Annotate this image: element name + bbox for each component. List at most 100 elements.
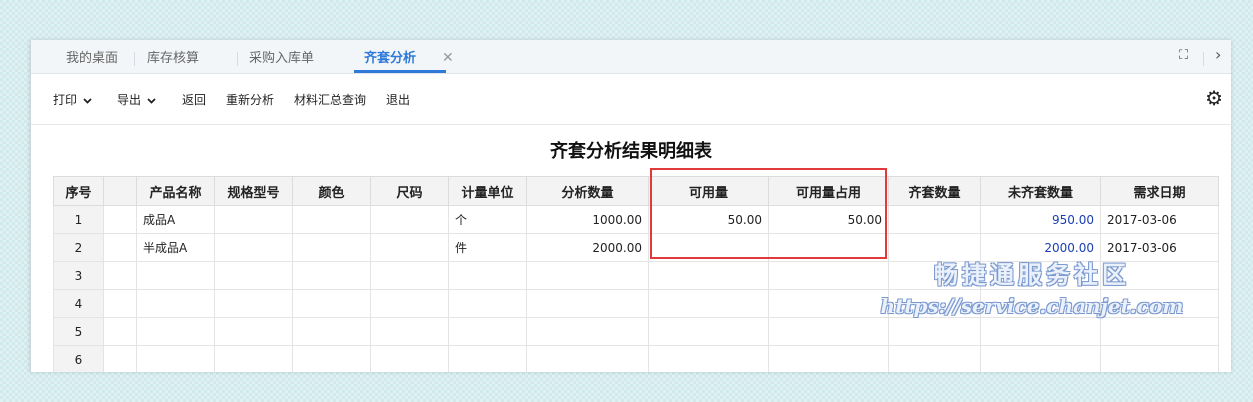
cell-analysis-qty[interactable]: 1000.00	[526, 205, 649, 234]
cell-analysis-qty[interactable]: 2000.00	[526, 233, 649, 262]
available-qty-highlight-box	[650, 168, 887, 259]
maximize-icon[interactable]: ⛶	[1179, 48, 1188, 63]
col-header-color[interactable]: 颜色	[292, 176, 371, 206]
more-tabs-icon[interactable]: ›	[1215, 45, 1221, 64]
cell-color[interactable]	[292, 345, 371, 372]
exit-button[interactable]: 退出	[386, 91, 410, 108]
cell-unkitted-qty[interactable]	[980, 317, 1101, 346]
active-tab-indicator	[354, 70, 447, 73]
col-header-product-name[interactable]: 产品名称	[136, 176, 215, 206]
cell-spec[interactable]	[214, 317, 293, 346]
cell-unit[interactable]	[448, 261, 527, 290]
row-seq: 4	[53, 289, 104, 318]
cell-analysis-qty[interactable]	[526, 345, 649, 372]
cell-unit[interactable]: 个	[448, 205, 527, 234]
cell-blank	[103, 233, 137, 262]
cell-size[interactable]	[370, 345, 449, 372]
export-label: 导出	[117, 93, 142, 107]
cell-available-qty[interactable]	[648, 289, 769, 318]
cell-size[interactable]	[370, 317, 449, 346]
cell-product-name[interactable]: 半成品A	[136, 233, 215, 262]
col-header-unkitted-qty[interactable]: 未齐套数量	[980, 176, 1101, 206]
table-row[interactable]: 5	[53, 317, 1219, 346]
tab-purchase-receipt[interactable]: 采购入库单	[249, 40, 314, 73]
tab-inventory-accounting[interactable]: 库存核算	[147, 40, 199, 73]
print-button[interactable]: 打印	[53, 91, 92, 108]
cell-kitted-qty[interactable]	[888, 345, 981, 372]
cell-available-occupied[interactable]	[768, 345, 889, 372]
cell-analysis-qty[interactable]	[526, 261, 649, 290]
chevron-down-icon	[147, 97, 156, 104]
cell-product-name[interactable]	[136, 289, 215, 318]
app-window: 我的桌面 库存核算 采购入库单 齐套分析 ✕ ⛶ › 打印 导出 返回 重新分析…	[30, 40, 1231, 372]
watermark: 畅捷通服务社区 https://service.chanjet.com	[842, 255, 1222, 318]
cell-color[interactable]	[292, 233, 371, 262]
tab-kitting-analysis[interactable]: 齐套分析 ✕	[354, 40, 454, 73]
settings-gear-icon[interactable]: ⚙	[1205, 86, 1223, 110]
cell-available-qty[interactable]	[648, 261, 769, 290]
watermark-title: 畅捷通服务社区	[934, 261, 1130, 289]
cell-unkitted-qty[interactable]: 950.00	[980, 205, 1101, 234]
col-header-seq[interactable]: 序号	[53, 176, 104, 206]
cell-unit[interactable]	[448, 345, 527, 372]
cell-unit[interactable]: 件	[448, 233, 527, 262]
cell-color[interactable]	[292, 261, 371, 290]
col-header-analysis-qty[interactable]: 分析数量	[526, 176, 649, 206]
col-header-spec[interactable]: 规格型号	[214, 176, 293, 206]
cell-product-name[interactable]: 成品A	[136, 205, 215, 234]
cell-color[interactable]	[292, 317, 371, 346]
cell-product-name[interactable]	[136, 261, 215, 290]
row-seq: 5	[53, 317, 104, 346]
cell-spec[interactable]	[214, 261, 293, 290]
cell-size[interactable]	[370, 289, 449, 318]
cell-unit[interactable]	[448, 317, 527, 346]
cell-unkitted-qty[interactable]	[980, 345, 1101, 372]
row-seq: 3	[53, 261, 104, 290]
cell-product-name[interactable]	[136, 317, 215, 346]
table-row[interactable]: 6	[53, 345, 1219, 372]
cell-analysis-qty[interactable]	[526, 289, 649, 318]
cell-available-qty[interactable]	[648, 345, 769, 372]
cell-size[interactable]	[370, 205, 449, 234]
tab-separator	[134, 52, 135, 66]
cell-size[interactable]	[370, 261, 449, 290]
cell-kitted-qty[interactable]	[888, 205, 981, 234]
col-header-kitted-qty[interactable]: 齐套数量	[888, 176, 981, 206]
cell-spec[interactable]	[214, 205, 293, 234]
col-header-size[interactable]: 尺码	[370, 176, 449, 206]
cell-analysis-qty[interactable]	[526, 317, 649, 346]
cell-spec[interactable]	[214, 233, 293, 262]
cell-demand-date[interactable]	[1100, 345, 1219, 372]
tab-kitting-analysis-label: 齐套分析	[364, 51, 417, 66]
cell-spec[interactable]	[214, 289, 293, 318]
tab-separator	[1203, 52, 1204, 66]
cell-blank	[103, 205, 137, 234]
row-seq: 2	[53, 233, 104, 262]
toolbar: 打印 导出 返回 重新分析 材料汇总查询 退出 ⚙	[31, 74, 1231, 125]
cell-demand-date[interactable]	[1100, 317, 1219, 346]
chevron-down-icon	[83, 97, 92, 104]
watermark-url: https://service.chanjet.com	[880, 294, 1184, 318]
cell-product-name[interactable]	[136, 345, 215, 372]
cell-available-qty[interactable]	[648, 317, 769, 346]
cell-size[interactable]	[370, 233, 449, 262]
reanalyze-button[interactable]: 重新分析	[226, 91, 274, 108]
tab-bar: 我的桌面 库存核算 采购入库单 齐套分析 ✕ ⛶ ›	[31, 40, 1231, 74]
col-header-demand-date[interactable]: 需求日期	[1100, 176, 1219, 206]
back-button[interactable]: 返回	[182, 91, 206, 108]
export-button[interactable]: 导出	[117, 91, 156, 108]
tab-my-desktop[interactable]: 我的桌面	[66, 40, 118, 73]
cell-blank	[103, 345, 137, 372]
table-header-row: 序号 产品名称 规格型号 颜色 尺码 计量单位 分析数量 可用量 可用量占用 齐…	[53, 176, 1219, 206]
cell-kitted-qty[interactable]	[888, 317, 981, 346]
cell-color[interactable]	[292, 205, 371, 234]
material-summary-query-button[interactable]: 材料汇总查询	[294, 91, 366, 108]
report-title: 齐套分析结果明细表	[550, 141, 712, 162]
cell-demand-date[interactable]: 2017-03-06	[1100, 205, 1219, 234]
table-row[interactable]: 1 成品A 个 1000.00 50.00 50.00 950.00 2017-…	[53, 205, 1219, 234]
cell-color[interactable]	[292, 289, 371, 318]
cell-spec[interactable]	[214, 345, 293, 372]
cell-available-occupied[interactable]	[768, 317, 889, 346]
col-header-unit[interactable]: 计量单位	[448, 176, 527, 206]
cell-unit[interactable]	[448, 289, 527, 318]
